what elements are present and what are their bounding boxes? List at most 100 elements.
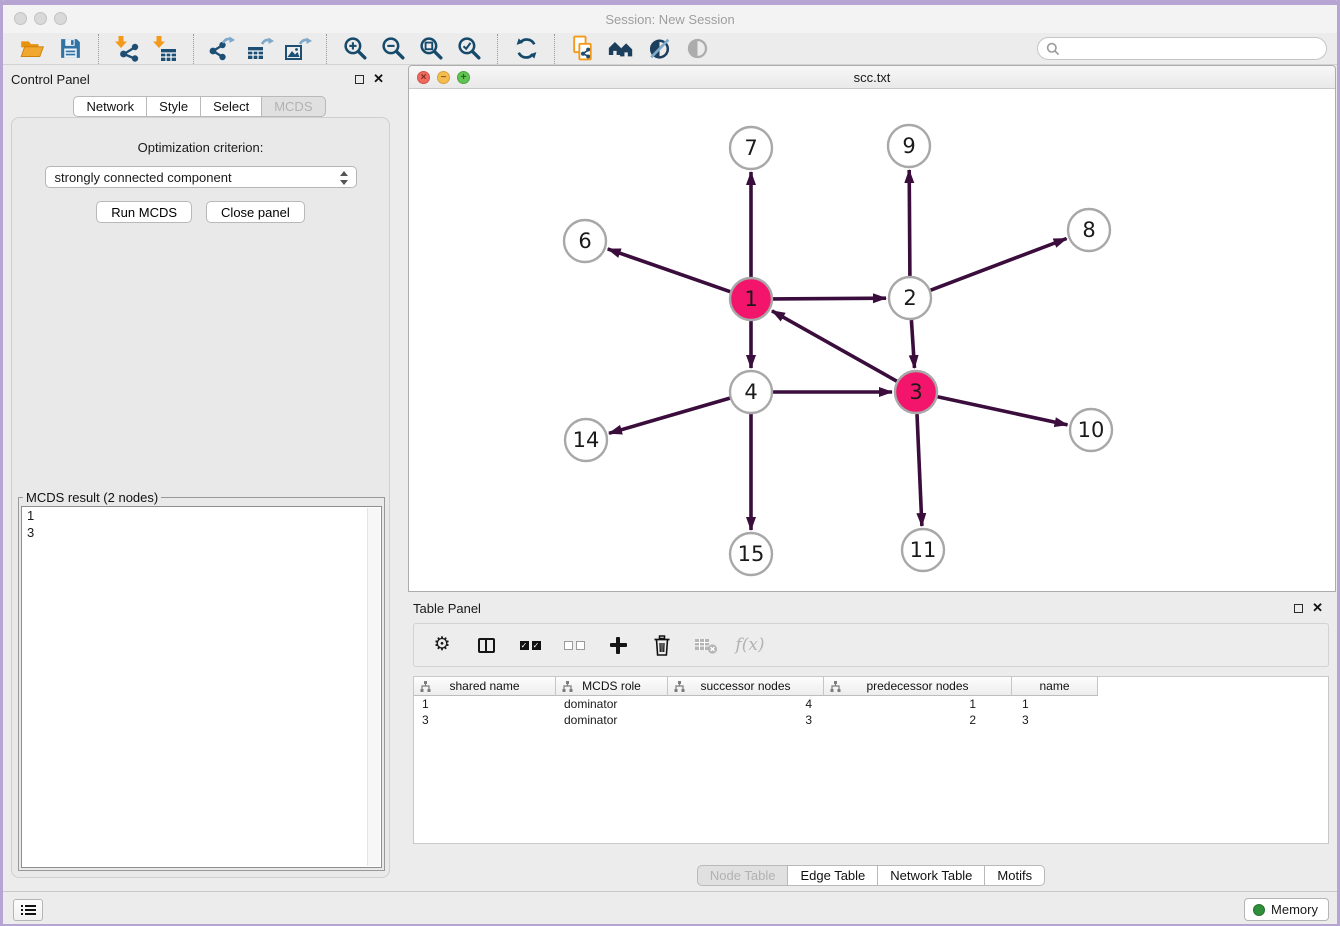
column-hierarchy-icon: [420, 681, 431, 692]
graph-edge-4-14[interactable]: [609, 398, 730, 433]
graph-edge-2-8[interactable]: [931, 239, 1067, 291]
edges-layer: [608, 170, 1068, 530]
graph-node-15[interactable]: 15: [730, 533, 772, 575]
graph-node-2[interactable]: 2: [889, 277, 931, 319]
table-row[interactable]: 3 dominator 3 2 3: [414, 712, 1328, 728]
graph-node-label: 1: [744, 287, 757, 311]
float-table-panel-icon[interactable]: [1294, 604, 1303, 613]
network-graph[interactable]: 7 9 6 8 1 2 4 3 14 10 15 11: [409, 90, 1335, 591]
window-border-left: [0, 0, 3, 926]
control-panel-tabs: Network Style Select MCDS: [3, 96, 396, 117]
clone-network-icon[interactable]: [569, 35, 597, 63]
column-header-predecessor-nodes[interactable]: predecessor nodes: [824, 677, 1012, 696]
graph-node-3[interactable]: 3: [895, 371, 937, 413]
graph-edge-1-6[interactable]: [608, 249, 731, 292]
graph-node-14[interactable]: 14: [565, 419, 607, 461]
tab-motifs[interactable]: Motifs: [984, 865, 1045, 886]
control-panel-title: Control Panel: [11, 72, 90, 87]
result-list-item[interactable]: 1: [22, 507, 381, 524]
node-table: shared name MCDS role successor nodes pr…: [413, 676, 1329, 844]
graph-edge-2-9[interactable]: [909, 170, 910, 276]
delete-column-icon[interactable]: [650, 633, 674, 657]
close-table-panel-icon[interactable]: ✕: [1312, 603, 1323, 613]
graph-node-11[interactable]: 11: [902, 529, 944, 571]
graph-node-6[interactable]: 6: [564, 220, 606, 262]
column-header-name[interactable]: name: [1012, 677, 1098, 696]
cell-mcds-role[interactable]: dominator: [556, 696, 668, 712]
open-session-icon[interactable]: [18, 35, 46, 63]
cell-predecessor-nodes[interactable]: 2: [824, 712, 1012, 728]
select-all-columns-icon[interactable]: ✓✓: [518, 633, 542, 657]
network-canvas[interactable]: 7 9 6 8 1 2 4 3 14 10 15 11: [409, 90, 1335, 591]
float-panel-icon[interactable]: [355, 75, 364, 84]
import-table-icon[interactable]: [151, 35, 179, 63]
graph-node-7[interactable]: 7: [730, 127, 772, 169]
criterion-select[interactable]: strongly connected component: [45, 166, 357, 188]
control-panel: Control Panel ✕ Network Style Select MCD…: [3, 66, 396, 889]
cell-mcds-role[interactable]: dominator: [556, 712, 668, 728]
app-title: Session: New Session: [3, 12, 1337, 27]
export-table-icon[interactable]: [246, 35, 274, 63]
tab-network[interactable]: Network: [73, 96, 147, 117]
refresh-layout-icon[interactable]: [512, 35, 540, 63]
show-columns-icon[interactable]: [474, 633, 498, 657]
tab-select[interactable]: Select: [200, 96, 262, 117]
zoom-out-icon[interactable]: [379, 35, 407, 63]
import-network-icon[interactable]: [113, 35, 141, 63]
graph-node-9[interactable]: 9: [888, 125, 930, 167]
show-graphics-details-icon[interactable]: [683, 35, 711, 63]
close-panel-button[interactable]: Close panel: [206, 201, 305, 223]
result-scrollbar[interactable]: [367, 508, 380, 866]
graph-edge-3-10[interactable]: [938, 397, 1068, 425]
unselect-all-columns-icon[interactable]: [562, 633, 586, 657]
tab-node-table[interactable]: Node Table: [697, 865, 789, 886]
close-panel-icon[interactable]: ✕: [373, 74, 384, 84]
delete-table-icon-disabled[interactable]: [694, 633, 718, 657]
graph-node-1[interactable]: 1: [730, 278, 772, 320]
table-panel: Table Panel ✕ ⚙ ✓✓ f(x) shared name MCDS…: [405, 595, 1337, 890]
graph-node-10[interactable]: 10: [1070, 409, 1112, 451]
zoom-fit-icon[interactable]: [417, 35, 445, 63]
graph-node-label: 10: [1078, 418, 1105, 442]
cell-successor-nodes[interactable]: 3: [668, 712, 824, 728]
graph-edge-3-11[interactable]: [917, 414, 922, 526]
result-list-item[interactable]: 3: [22, 524, 381, 541]
add-column-icon[interactable]: [606, 633, 630, 657]
cell-name[interactable]: 3: [1012, 712, 1098, 728]
column-header-shared-name[interactable]: shared name: [414, 677, 556, 696]
search-input[interactable]: [1060, 41, 1318, 56]
graph-edge-1-2[interactable]: [773, 298, 886, 299]
graph-edge-3-1[interactable]: [772, 311, 897, 381]
hide-graphics-details-icon[interactable]: [645, 35, 673, 63]
tab-edge-table[interactable]: Edge Table: [787, 865, 878, 886]
graph-node-8[interactable]: 8: [1068, 209, 1110, 251]
column-header-mcds-role[interactable]: MCDS role: [556, 677, 668, 696]
save-session-icon[interactable]: [56, 35, 84, 63]
zoom-in-icon[interactable]: [341, 35, 369, 63]
tab-network-table[interactable]: Network Table: [877, 865, 985, 886]
table-row[interactable]: 1 dominator 4 1 1: [414, 696, 1328, 712]
column-header-successor-nodes[interactable]: successor nodes: [668, 677, 824, 696]
cell-shared-name[interactable]: 3: [414, 712, 556, 728]
graph-edge-2-3[interactable]: [911, 320, 914, 368]
cell-predecessor-nodes[interactable]: 1: [824, 696, 1012, 712]
mcds-result-title: MCDS result (2 nodes): [23, 490, 161, 505]
cell-shared-name[interactable]: 1: [414, 696, 556, 712]
cell-name[interactable]: 1: [1012, 696, 1098, 712]
export-image-icon[interactable]: [284, 35, 312, 63]
tab-mcds[interactable]: MCDS: [261, 96, 325, 117]
table-settings-gear-icon[interactable]: ⚙: [430, 633, 454, 657]
memory-button[interactable]: Memory: [1244, 898, 1329, 921]
cell-successor-nodes[interactable]: 4: [668, 696, 824, 712]
run-mcds-button[interactable]: Run MCDS: [96, 201, 192, 223]
task-history-button[interactable]: [13, 899, 43, 921]
home-layout-icon[interactable]: [607, 35, 635, 63]
graph-node-label: 8: [1082, 218, 1095, 242]
node-table-header: shared name MCDS role successor nodes pr…: [414, 677, 1328, 696]
export-network-icon[interactable]: [208, 35, 236, 63]
tab-style[interactable]: Style: [146, 96, 201, 117]
search-field[interactable]: [1037, 37, 1327, 60]
function-builder-icon-disabled[interactable]: f(x): [738, 633, 762, 657]
zoom-selected-icon[interactable]: [455, 35, 483, 63]
graph-node-4[interactable]: 4: [730, 371, 772, 413]
